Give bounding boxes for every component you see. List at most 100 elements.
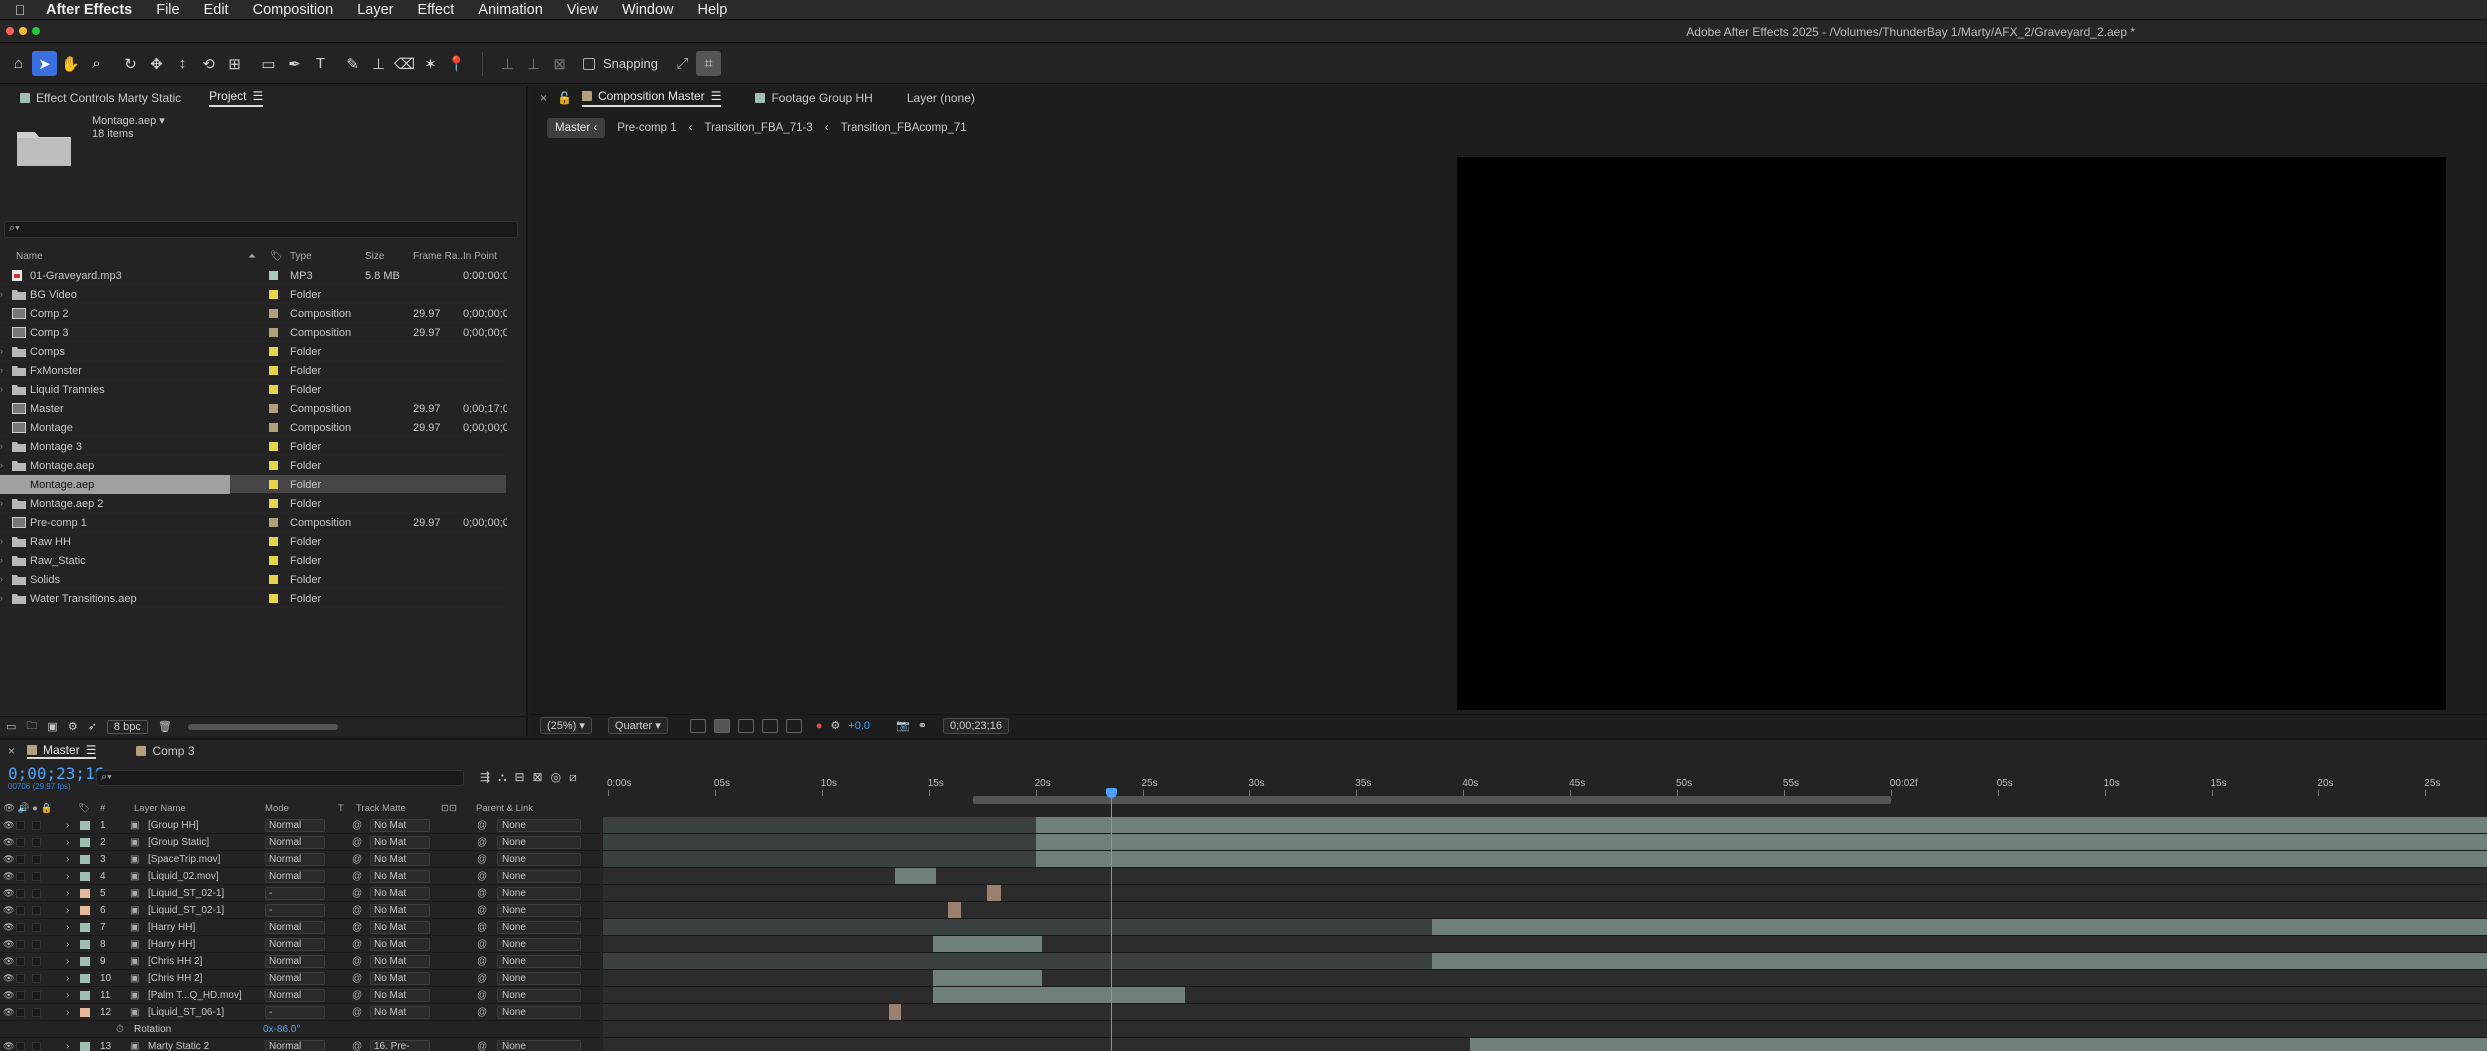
pan-camera-icon[interactable]: ✥: [144, 51, 169, 76]
zoom-tool-icon[interactable]: ⌕: [84, 51, 109, 76]
track-matte-dropdown[interactable]: No Mat: [370, 972, 430, 985]
expand-arrow-icon[interactable]: ›: [66, 956, 69, 967]
snapshot-camera-icon[interactable]: 📷: [896, 719, 910, 732]
label-swatch[interactable]: [80, 821, 90, 830]
rotation-tool-icon[interactable]: ⟲: [196, 51, 221, 76]
dolly-camera-icon[interactable]: ↕: [170, 51, 195, 76]
column-frame-rate[interactable]: Frame Ra...: [413, 251, 466, 262]
layer-row[interactable]: 👁 › 3 ▣ [SpaceTrip.mov] Normal @ No Mat @ None: [0, 851, 600, 868]
blend-mode-dropdown[interactable]: Normal: [265, 1040, 325, 1051]
blend-mode-dropdown[interactable]: -: [265, 904, 325, 917]
label-swatch[interactable]: [269, 271, 278, 280]
layer-duration-bar[interactable]: [1431, 919, 2487, 935]
tab-timeline-master[interactable]: Master ☰: [27, 743, 97, 759]
blend-mode-dropdown[interactable]: Normal: [265, 870, 325, 883]
column-size[interactable]: Size: [365, 251, 384, 262]
matte-link-icon[interactable]: @: [352, 837, 362, 848]
layer-track[interactable]: [603, 868, 2487, 885]
visibility-eye-icon[interactable]: 👁: [3, 871, 14, 882]
menu-file[interactable]: File: [144, 2, 191, 18]
project-item-row[interactable]: Pre-comp 1 Composition 29.97 0;00;00;0: [0, 513, 507, 532]
label-swatch[interactable]: [80, 957, 90, 966]
menu-app-name[interactable]: After Effects: [40, 2, 144, 18]
matte-link-icon[interactable]: @: [352, 820, 362, 831]
panel-menu-icon[interactable]: ☰: [711, 89, 722, 103]
layer-row[interactable]: 👁 › 8 ▣ [Harry HH] Normal @ No Mat @ None: [0, 936, 600, 953]
label-swatch[interactable]: [269, 575, 278, 584]
pan-behind-icon[interactable]: ⊞: [222, 51, 247, 76]
matte-link-icon[interactable]: @: [352, 1007, 362, 1018]
layer-duration-bar[interactable]: [603, 817, 1037, 833]
blend-mode-dropdown[interactable]: Normal: [265, 989, 325, 1002]
view-axis-icon[interactable]: ⊠: [547, 51, 572, 76]
label-swatch[interactable]: [269, 594, 278, 603]
blend-mode-dropdown[interactable]: Normal: [265, 819, 325, 832]
track-matte-dropdown[interactable]: No Mat: [370, 938, 430, 951]
snapping-checkbox[interactable]: [583, 57, 595, 70]
layer-duration-bar[interactable]: [895, 868, 937, 884]
matte-link-icon[interactable]: @: [352, 888, 362, 899]
expand-arrow-icon[interactable]: ›: [0, 384, 3, 394]
column-in-point[interactable]: In Point: [463, 251, 497, 262]
breadcrumb-transition-71-3[interactable]: Transition_FBA_71-3: [704, 122, 812, 134]
draft-3d-icon[interactable]: ⛬: [498, 770, 506, 785]
layer-name[interactable]: [Chris HH 2]: [148, 956, 202, 967]
track-matte-dropdown[interactable]: No Mat: [370, 921, 430, 934]
parent-dropdown[interactable]: None: [497, 938, 581, 951]
visibility-eye-icon[interactable]: 👁: [3, 820, 14, 831]
pick-whip-icon[interactable]: @: [477, 1041, 487, 1051]
lock-switch[interactable]: [32, 838, 41, 847]
pick-whip-icon[interactable]: @: [477, 990, 487, 1001]
label-swatch[interactable]: [269, 385, 278, 394]
layer-duration-bar[interactable]: [932, 936, 1042, 952]
tab-footage-group-hh[interactable]: Footage Group HH: [755, 91, 873, 105]
label-swatch[interactable]: [269, 537, 278, 546]
layer-row[interactable]: 👁 › 5 ▣ [Liquid_ST_02-1] - @ No Mat @ None: [0, 885, 600, 902]
expand-arrow-icon[interactable]: ›: [0, 460, 3, 470]
parent-dropdown[interactable]: None: [497, 870, 581, 883]
expand-arrow-icon[interactable]: ›: [0, 289, 3, 299]
layer-track[interactable]: [603, 817, 2487, 834]
blend-mode-dropdown[interactable]: Normal: [265, 921, 325, 934]
pick-whip-icon[interactable]: @: [477, 956, 487, 967]
matte-link-icon[interactable]: @: [352, 990, 362, 1001]
layer-duration-bar[interactable]: [932, 987, 1186, 1003]
layer-name[interactable]: [Chris HH 2]: [148, 973, 202, 984]
layer-name[interactable]: [Liquid_02.mov]: [148, 871, 219, 882]
project-item-row[interactable]: Montage Composition 29.97 0;00;00;0: [0, 418, 507, 437]
layer-duration-bar[interactable]: [1469, 1038, 2487, 1051]
eraser-tool-icon[interactable]: ⌫: [392, 51, 417, 76]
layer-row[interactable]: 👁 › 1 ▣ [Group HH] Normal @ No Mat @ None: [0, 817, 600, 834]
type-tool-icon[interactable]: T: [308, 51, 333, 76]
expand-arrow-icon[interactable]: ›: [66, 990, 69, 1001]
pick-whip-icon[interactable]: @: [477, 820, 487, 831]
menu-window[interactable]: Window: [610, 2, 686, 18]
expand-arrow-icon[interactable]: ›: [66, 820, 69, 831]
label-swatch[interactable]: [269, 404, 278, 413]
layer-duration-bar[interactable]: [603, 953, 1432, 969]
label-swatch[interactable]: [269, 328, 278, 337]
expand-arrow-icon[interactable]: ›: [66, 1007, 69, 1018]
lock-switch[interactable]: [32, 957, 41, 966]
layer-name[interactable]: Marty Static 2: [148, 1041, 209, 1051]
mask-visibility-icon[interactable]: [737, 718, 754, 733]
stopwatch-icon[interactable]: ⏱: [116, 1024, 124, 1035]
label-swatch[interactable]: [269, 556, 278, 565]
blend-mode-dropdown[interactable]: -: [265, 887, 325, 900]
matte-link-icon[interactable]: @: [352, 922, 362, 933]
menu-view[interactable]: View: [555, 2, 610, 18]
lock-icon[interactable]: 🔓: [557, 91, 572, 105]
lock-switch[interactable]: [32, 974, 41, 983]
visibility-eye-icon[interactable]: 👁: [3, 973, 14, 984]
expand-arrow-icon[interactable]: ›: [0, 536, 3, 546]
matte-link-icon[interactable]: @: [352, 939, 362, 950]
selection-tool-icon[interactable]: ➤: [32, 51, 57, 76]
layer-track[interactable]: [603, 851, 2487, 868]
visibility-eye-icon[interactable]: 👁: [3, 939, 14, 950]
parent-dropdown[interactable]: None: [497, 904, 581, 917]
matte-link-icon[interactable]: @: [352, 1041, 362, 1051]
lock-switch[interactable]: [32, 1042, 41, 1051]
project-item-row[interactable]: › FxMonster Folder: [0, 361, 506, 380]
color-management-icon[interactable]: ●: [816, 720, 823, 732]
bit-depth-button[interactable]: 8 bpc: [106, 719, 148, 734]
